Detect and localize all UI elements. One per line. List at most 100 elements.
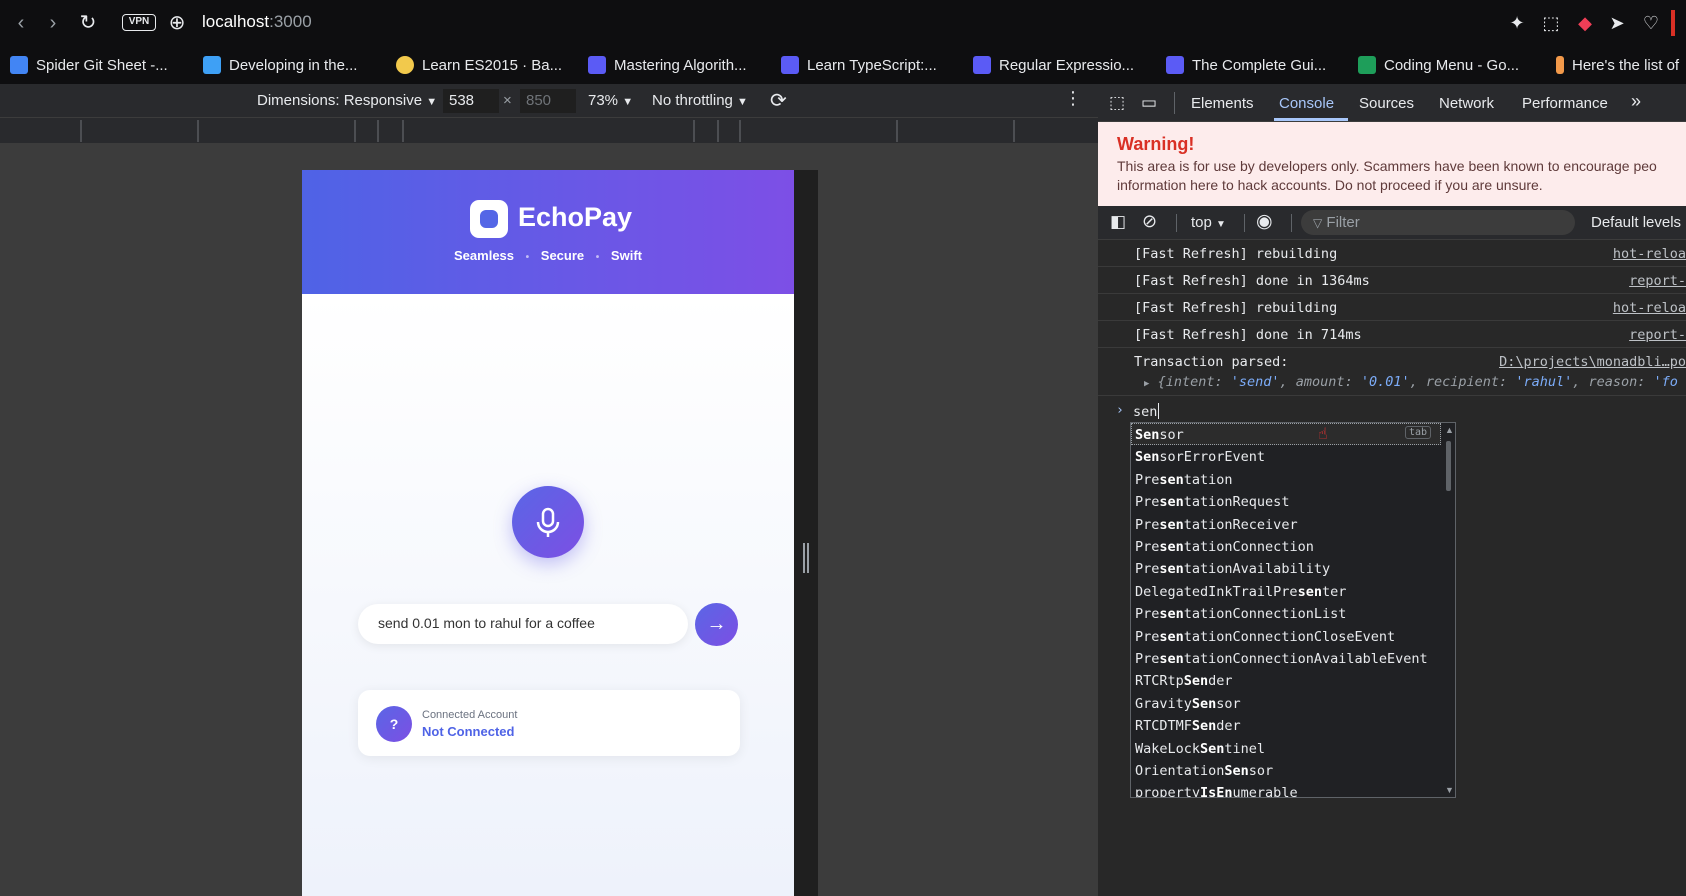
- reload-icon[interactable]: ↻: [77, 12, 99, 34]
- mic-button[interactable]: [512, 486, 584, 558]
- autocomplete-item[interactable]: PresentationConnection: [1135, 539, 1314, 555]
- terminal-icon: [1166, 56, 1184, 74]
- tagline: Seamless • Secure • Swift: [454, 248, 642, 263]
- bookmark-item[interactable]: Learn TypeScript:...: [781, 54, 937, 76]
- devtools-tab-bar: ⬚ ▭ Elements Console Sources Network Per…: [1098, 84, 1686, 122]
- height-input[interactable]: 850: [520, 89, 576, 113]
- active-tab-indicator: [1274, 118, 1348, 121]
- ruler-ticks: [80, 120, 1015, 142]
- viewport-resize-handle[interactable]: [794, 170, 818, 896]
- log-source-link[interactable]: hot-reloa: [1613, 300, 1686, 316]
- mouse-pointer-icon: ☝: [1318, 426, 1328, 443]
- tab-network[interactable]: Network: [1439, 95, 1494, 112]
- media-query-ruler[interactable]: [0, 118, 1098, 144]
- arrow-right-icon: →: [706, 613, 727, 635]
- transaction-object[interactable]: ▶ {intent: 'send', amount: '0.01', recip…: [1144, 374, 1678, 390]
- autocomplete-item[interactable]: RTCRtpSender: [1135, 673, 1233, 689]
- inspect-icon[interactable]: ⬚: [1109, 93, 1125, 113]
- log-source-link[interactable]: hot-reloa: [1613, 246, 1686, 262]
- screenshot-icon[interactable]: ⬚: [1540, 12, 1562, 34]
- brand-title: EchoPay: [518, 202, 633, 232]
- times-sign: ×: [503, 92, 512, 109]
- autocomplete-item[interactable]: GravitySensor: [1135, 696, 1241, 712]
- device-toggle-icon[interactable]: ▭: [1141, 93, 1157, 113]
- log-source-link[interactable]: report-: [1629, 327, 1686, 343]
- eye-icon[interactable]: ◉: [1256, 210, 1273, 233]
- terminal-icon: [588, 56, 606, 74]
- bookmark-item[interactable]: Developing in the...: [203, 54, 357, 76]
- bookmark-item[interactable]: Spider Git Sheet -...: [10, 54, 168, 76]
- bookmark-item[interactable]: Coding Menu - Go...: [1358, 54, 1519, 76]
- autocomplete-item[interactable]: propertyIsEnumerable: [1135, 785, 1298, 797]
- bookmark-item[interactable]: Here's the list of: [1556, 54, 1679, 76]
- autocomplete-item[interactable]: PresentationConnectionList: [1135, 606, 1346, 622]
- scroll-down-icon: ▼: [1445, 785, 1454, 795]
- autocomplete-item[interactable]: PresentationRequest: [1135, 494, 1289, 510]
- clear-console-icon[interactable]: ⊘: [1142, 211, 1157, 232]
- bookmark-item[interactable]: Regular Expressio...: [973, 54, 1134, 76]
- warning-line-2: information here to hack accounts. Do no…: [1117, 177, 1543, 193]
- autocomplete-item[interactable]: SensorErrorEvent: [1135, 449, 1265, 465]
- autocomplete-scrollbar[interactable]: ▲ ▼: [1443, 423, 1455, 797]
- dimensions-dropdown[interactable]: Dimensions: Responsive ▼: [257, 92, 437, 109]
- throttling-dropdown[interactable]: No throttling ▼: [652, 92, 748, 109]
- vpn-badge[interactable]: VPN: [122, 14, 156, 31]
- sidebar-toggle-icon[interactable]: ◧: [1110, 212, 1126, 232]
- babel-icon: [396, 56, 414, 74]
- bookmark-item[interactable]: The Complete Gui...: [1166, 54, 1326, 76]
- tab-console[interactable]: Console: [1279, 95, 1334, 112]
- tab-sources[interactable]: Sources: [1359, 95, 1414, 112]
- scroll-up-icon: ▲: [1445, 425, 1454, 435]
- send-icon[interactable]: ➤: [1606, 12, 1628, 34]
- autocomplete-item[interactable]: OrientationSensor: [1135, 763, 1273, 779]
- forward-icon[interactable]: ›: [42, 12, 64, 34]
- logo-icon: [470, 200, 508, 238]
- device-viewport: EchoPay Seamless • Secure • Swift send 0…: [302, 170, 794, 896]
- console-warning-banner: Warning! This area is for use by develop…: [1098, 122, 1686, 206]
- address-bar[interactable]: localhost:3000: [202, 12, 312, 32]
- tab-elements[interactable]: Elements: [1191, 95, 1254, 112]
- autocomplete-item[interactable]: WakeLockSentinel: [1135, 741, 1265, 757]
- submit-button[interactable]: →: [695, 603, 738, 646]
- bookmark-item[interactable]: Learn ES2015 · Ba...: [396, 54, 562, 76]
- autocomplete-dropdown[interactable]: tab Sensor SensorErrorEvent Presentation Pr…: [1130, 422, 1456, 798]
- tab-performance[interactable]: Performance: [1522, 95, 1608, 112]
- autocomplete-item[interactable]: PresentationAvailability: [1135, 561, 1330, 577]
- autocomplete-item[interactable]: PresentationReceiver: [1135, 517, 1298, 533]
- text-cursor: [1158, 403, 1159, 419]
- command-input[interactable]: send 0.01 mon to rahul for a coffee: [358, 604, 688, 644]
- back-icon[interactable]: ‹: [10, 12, 32, 34]
- chevron-down-icon: ▼: [737, 96, 748, 108]
- console-log-row-transaction: Transaction parsed: D:\projects\monadbli…: [1098, 348, 1686, 396]
- more-tabs-icon[interactable]: »: [1631, 91, 1641, 112]
- heart-icon[interactable]: ♡: [1640, 12, 1662, 34]
- chevron-down-icon: ▼: [426, 96, 438, 108]
- expand-triangle-icon[interactable]: ▶: [1144, 379, 1149, 389]
- log-source-link[interactable]: report-: [1629, 273, 1686, 289]
- terminal-icon: [781, 56, 799, 74]
- width-input[interactable]: 538: [443, 89, 499, 113]
- more-options-icon[interactable]: ⋮: [1064, 88, 1082, 109]
- vscode-icon: [203, 56, 221, 74]
- context-selector[interactable]: top ▼: [1191, 214, 1226, 231]
- autocomplete-item[interactable]: Sensor: [1135, 427, 1184, 443]
- autocomplete-item[interactable]: DelegatedInkTrailPresenter: [1135, 584, 1346, 600]
- account-label: Connected Account: [422, 709, 518, 721]
- log-source-link[interactable]: D:\projects\monadbli…po: [1499, 354, 1686, 370]
- account-avatar: ?: [376, 706, 412, 742]
- autocomplete-item[interactable]: Presentation: [1135, 472, 1233, 488]
- zoom-dropdown[interactable]: 73% ▼: [588, 92, 633, 109]
- autocomplete-item[interactable]: PresentationConnectionCloseEvent: [1135, 629, 1395, 645]
- autocomplete-item[interactable]: PresentationConnectionAvailableEvent: [1135, 651, 1428, 667]
- divider: [1176, 214, 1177, 232]
- pocket-icon[interactable]: ◆: [1574, 12, 1596, 34]
- rotate-icon[interactable]: ⟳: [770, 88, 787, 113]
- log-levels-dropdown[interactable]: Default levels: [1591, 214, 1681, 231]
- autocomplete-item[interactable]: RTCDTMFSender: [1135, 718, 1241, 734]
- chevron-down-icon: ▼: [1216, 219, 1226, 230]
- bookmark-item[interactable]: Mastering Algorith...: [588, 54, 747, 76]
- scroll-thumb: [1446, 441, 1451, 491]
- pin-icon[interactable]: ✦: [1506, 12, 1528, 34]
- filter-input[interactable]: ▽ Filter: [1301, 210, 1575, 235]
- console-prompt-input[interactable]: sen: [1133, 404, 1157, 420]
